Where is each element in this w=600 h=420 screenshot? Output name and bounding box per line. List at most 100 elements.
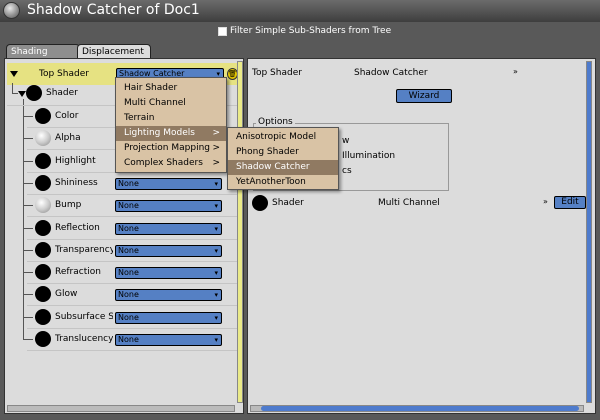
menu-item-label: Terrain (124, 113, 155, 123)
double-chevron-icon[interactable]: » (543, 197, 548, 206)
left-vertical-scrollbar[interactable] (237, 61, 243, 403)
double-chevron-icon: ▾ (214, 224, 218, 233)
menu-item-lighting-models[interactable]: Lighting Models > (116, 126, 226, 141)
tree-item-label: Subsurface Sc (55, 311, 113, 322)
top-shader-label: Top Shader (39, 69, 89, 79)
row-divider (27, 238, 237, 240)
shader-ball-icon (35, 108, 51, 124)
row-divider (27, 193, 237, 195)
tree-connector (23, 249, 33, 251)
dropdown-value: None (118, 290, 139, 300)
shader-ball-icon (35, 130, 51, 147)
menu-item-label: Complex Shaders (124, 158, 203, 168)
tree-item-label: Bump (55, 200, 82, 211)
channel-shader-dropdown[interactable]: None ▾ (115, 311, 222, 324)
row-divider (27, 327, 237, 329)
menu-item-complex-shaders[interactable]: Complex Shaders > (116, 156, 226, 171)
right-shader-value: Multi Channel (378, 198, 440, 208)
scroll-thumb[interactable] (261, 406, 579, 411)
tree-connector (23, 99, 24, 339)
double-chevron-icon[interactable]: » (513, 67, 518, 76)
filter-checkbox[interactable] (218, 26, 227, 36)
title-bar: Shadow Catcher of Doc1 (0, 0, 600, 22)
tree-connector (23, 339, 33, 340)
menu-item-label: Lighting Models (124, 128, 195, 138)
menu-item-label: Multi Channel (124, 98, 186, 108)
shader-ball-icon (35, 264, 51, 281)
shader-ball-icon (35, 152, 51, 169)
double-chevron-icon: ▾ (214, 269, 218, 278)
channel-shader-dropdown[interactable]: None ▾ (115, 289, 222, 302)
tree-connector (23, 182, 33, 184)
right-top-shader-label: Top Shader (252, 68, 302, 78)
channel-shader-dropdown[interactable]: None ▾ (115, 222, 222, 235)
shader-ball-icon (35, 197, 51, 214)
submenu-item-phong-shader[interactable]: Phong Shader (228, 145, 338, 160)
tree-connector (12, 83, 13, 93)
left-horizontal-scrollbar[interactable] (7, 405, 235, 412)
tree-connector (23, 316, 33, 318)
tab-shading[interactable]: Shading (6, 44, 80, 59)
wizard-button[interactable]: Wizard (396, 89, 452, 103)
right-top-shader-value: Shadow Catcher (354, 68, 428, 78)
menu-item-label: Hair Shader (124, 83, 178, 93)
channel-shader-dropdown[interactable]: None ▾ (115, 244, 222, 257)
double-chevron-icon: ▾ (214, 313, 218, 322)
submenu-arrow-icon: > (212, 143, 220, 153)
submenu-arrow-icon: > (212, 158, 220, 168)
edit-button[interactable]: Edit (554, 196, 586, 209)
right-horizontal-scrollbar[interactable] (250, 405, 584, 412)
tree-item-label: Glow (55, 289, 78, 300)
tree-connector (23, 272, 33, 274)
dropdown-value: None (118, 201, 139, 211)
tree-connector (23, 227, 33, 229)
channel-shader-dropdown[interactable]: None ▾ (115, 267, 222, 280)
row-divider (27, 350, 237, 351)
tree-connector (23, 138, 33, 140)
shader-ball-icon (252, 195, 268, 211)
submenu-item-shadow-catcher[interactable]: Shadow Catcher (228, 160, 338, 175)
double-chevron-icon: ▾ (214, 336, 218, 344)
close-icon[interactable] (3, 2, 20, 19)
tree-connector (23, 294, 33, 296)
tab-displacement[interactable]: Displacement (77, 44, 151, 59)
dropdown-value: None (118, 223, 139, 233)
shader-type-menu: Hair Shader Multi Channel Terrain Lighting … (115, 77, 227, 173)
tree-item-label: Color (55, 111, 79, 121)
expand-triangle-icon[interactable] (10, 71, 18, 77)
double-chevron-icon: ▾ (214, 202, 218, 211)
shader-ball-icon (35, 219, 51, 236)
window-title: Shadow Catcher of Doc1 (27, 2, 200, 18)
dropdown-value: None (118, 178, 139, 188)
tree-connector (23, 160, 33, 162)
right-vertical-scrollbar[interactable] (586, 61, 592, 403)
lighting-models-submenu: Anisotropic Model Phong Shader Shadow Catc… (227, 127, 339, 190)
submenu-item-anisotropic-model[interactable]: Anisotropic Model (228, 130, 338, 145)
row-divider (27, 216, 237, 218)
shader-ball-icon (35, 241, 51, 258)
scroll-thumb[interactable] (587, 62, 591, 402)
scroll-thumb[interactable] (238, 62, 242, 402)
shader-ball-icon (35, 286, 51, 303)
channel-shader-dropdown[interactable]: None ▾ (115, 177, 222, 190)
filter-checkbox-row[interactable]: Filter Simple Sub-Shaders from Tree (218, 26, 391, 36)
tree-item-label: Shininess (55, 177, 98, 188)
submenu-item-yetanothertoon[interactable]: YetAnotherToon (228, 175, 338, 190)
menu-item-terrain[interactable]: Terrain (116, 111, 226, 126)
menu-item-hair-shader[interactable]: Hair Shader (116, 81, 226, 96)
menu-item-multi-channel[interactable]: Multi Channel (116, 96, 226, 111)
tree-connector (23, 116, 33, 117)
shader-ball-icon (26, 85, 42, 101)
filter-label: Filter Simple Sub-Shaders from Tree (230, 26, 392, 36)
channel-shader-dropdown[interactable]: None ▾ (115, 200, 222, 213)
dropdown-value: None (118, 335, 139, 344)
channel-shader-dropdown[interactable]: None ▾ (115, 334, 222, 346)
expand-triangle-icon[interactable] (18, 91, 26, 97)
double-chevron-icon: ▾ (214, 179, 218, 188)
double-chevron-icon: ▾ (214, 246, 218, 255)
row-divider (27, 305, 237, 307)
menu-item-projection-mapping[interactable]: Projection Mapping > (116, 141, 226, 156)
tree-item-label: Reflection (55, 222, 100, 233)
shader-ball-icon (35, 331, 51, 347)
shader-properties-panel: Top Shader Shadow Catcher » Wizard w Ill… (247, 58, 596, 414)
